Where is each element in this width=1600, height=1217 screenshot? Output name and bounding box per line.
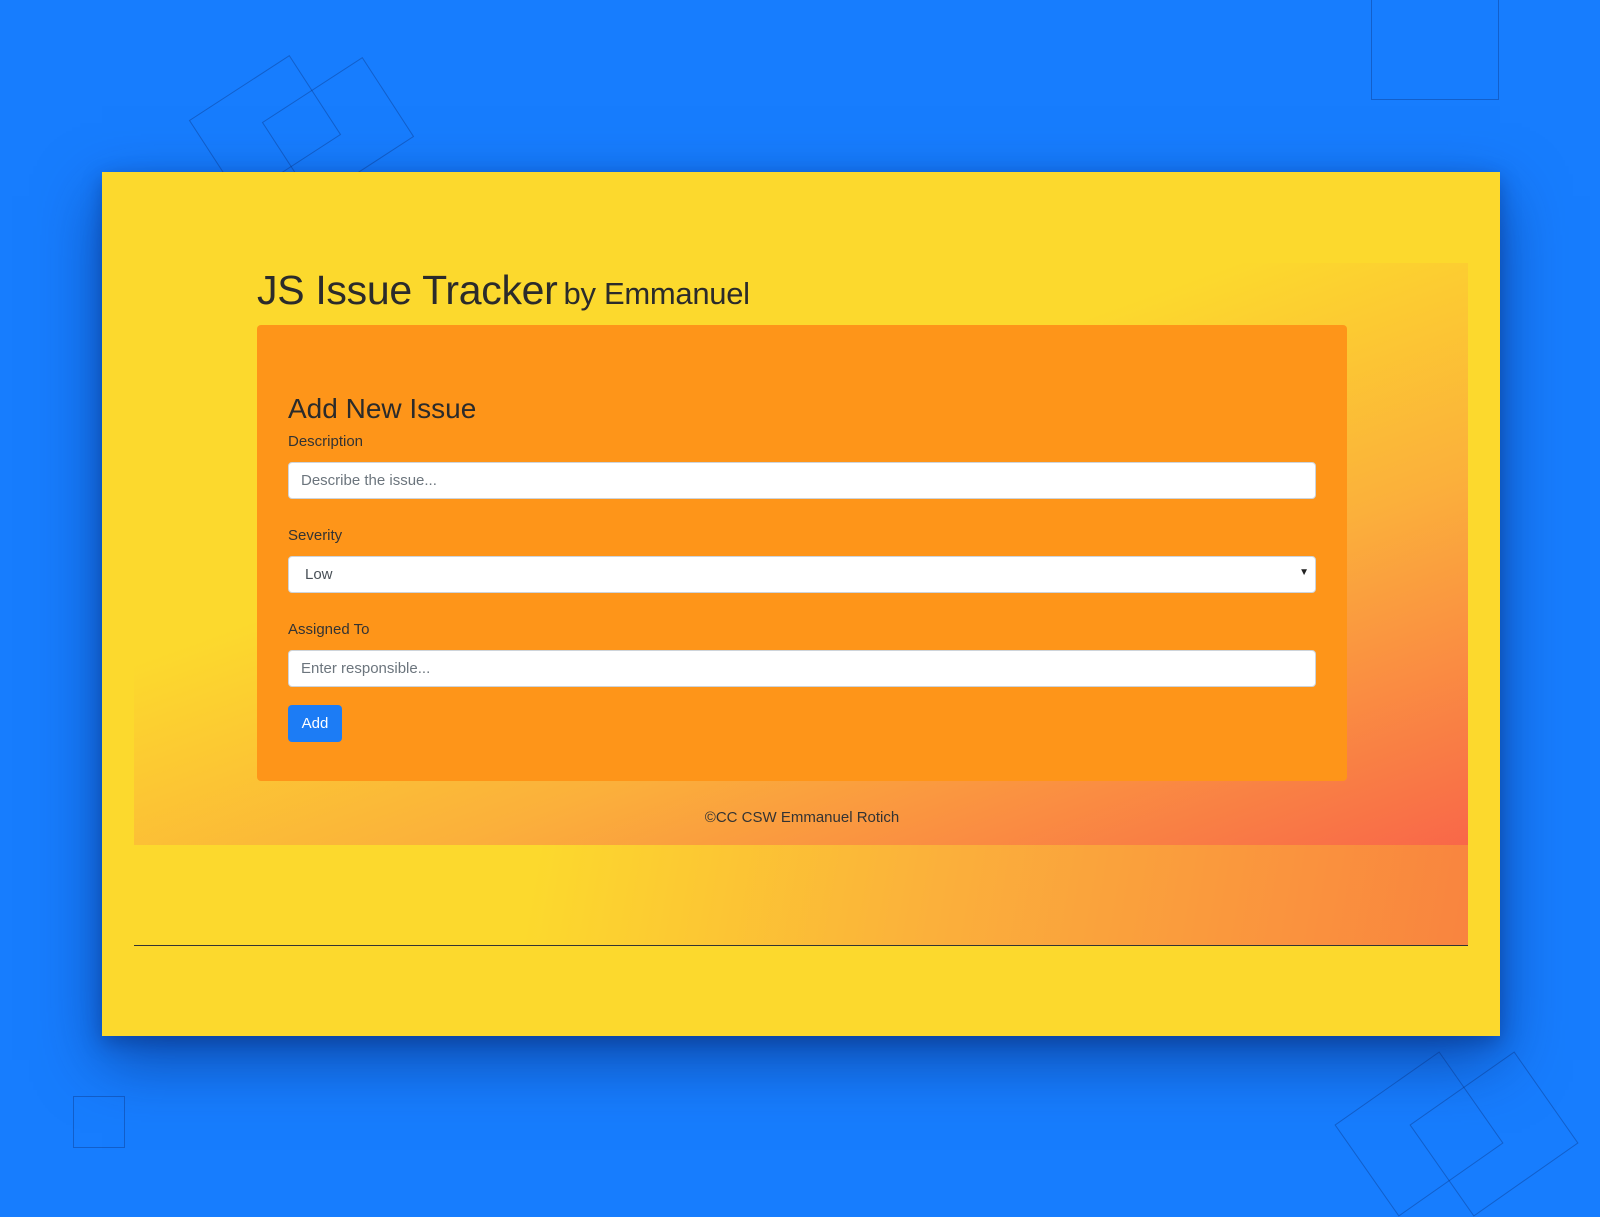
lower-band — [102, 845, 1500, 1036]
decorative-square — [73, 1096, 125, 1148]
severity-label: Severity — [288, 527, 343, 544]
description-placeholder: Describe the issue... — [301, 472, 437, 489]
app-title: JS Issue Tracker — [257, 267, 558, 313]
lower-gradient-strip — [134, 845, 1468, 946]
decorative-square — [1371, 0, 1499, 100]
app-byline: by Emmanuel — [563, 276, 751, 311]
app-window: JS Issue Tracker by Emmanuel Add New Issu… — [102, 172, 1500, 1036]
assigned-to-label: Assigned To — [288, 621, 370, 638]
form-heading: Add New Issue — [288, 393, 477, 424]
severity-selected-value: Low — [305, 566, 333, 583]
severity-select[interactable]: Low ▼ — [288, 556, 1316, 593]
assigned-to-input[interactable]: Enter responsible... — [288, 650, 1316, 687]
add-button[interactable]: Add — [288, 705, 342, 742]
description-input[interactable]: Describe the issue... — [288, 462, 1316, 499]
caret-down-icon: ▼ — [1299, 567, 1309, 578]
description-label: Description — [288, 433, 364, 450]
page-title: JS Issue Tracker by Emmanuel — [257, 263, 1347, 323]
assigned-to-placeholder: Enter responsible... — [301, 660, 431, 677]
add-issue-card: Add New Issue Description Describe the i… — [257, 325, 1347, 781]
main-container: JS Issue Tracker by Emmanuel Add New Issu… — [257, 263, 1347, 781]
footer-credit: ©CC CSW Emmanuel Rotich — [704, 809, 900, 826]
